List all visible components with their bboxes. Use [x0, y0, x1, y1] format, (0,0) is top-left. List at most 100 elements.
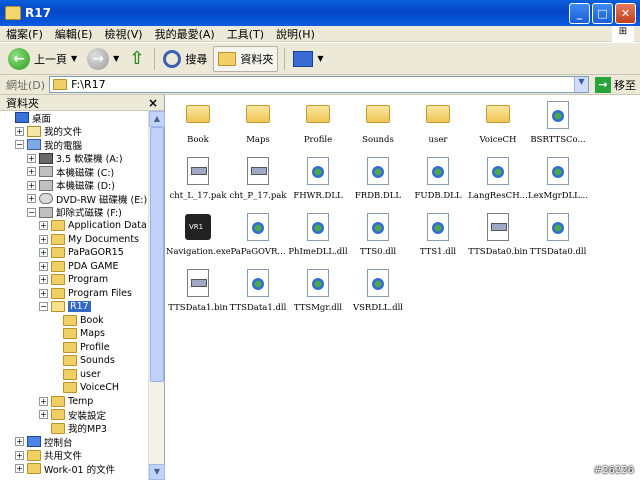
tree-item[interactable]: + Application Data: [0, 219, 148, 233]
menu-edit[interactable]: 編輯(E): [49, 26, 99, 42]
expand-icon[interactable]: +: [39, 261, 48, 271]
file-item[interactable]: TTSData0.bin: [466, 211, 530, 257]
file-item[interactable]: VSRDLL.dll: [346, 267, 410, 313]
tree-item[interactable]: + Program Files: [0, 287, 148, 301]
tree-item[interactable]: + Program: [0, 273, 148, 287]
up-button[interactable]: ⇧: [125, 46, 148, 72]
tree-item[interactable]: − 卸除式磁碟 (F:): [0, 206, 148, 219]
expand-icon[interactable]: +: [39, 234, 48, 244]
tree-item[interactable]: +3.5 軟碟機 (A:): [0, 152, 148, 165]
file-item[interactable]: Maps: [226, 99, 290, 145]
tree-scrollbar[interactable]: ▲ ▼: [148, 111, 165, 480]
close-button[interactable]: ✕: [615, 2, 636, 24]
file-item[interactable]: TTSData1.dll: [226, 267, 290, 313]
tree-item[interactable]: + PDA GAME: [0, 260, 148, 274]
expand-icon[interactable]: +: [15, 126, 24, 136]
scroll-up-icon[interactable]: ▲: [149, 111, 165, 127]
dll-shape: [307, 269, 329, 297]
file-item[interactable]: VoiceCH: [466, 99, 530, 145]
menu-favorites[interactable]: 我的最愛(A): [149, 26, 221, 42]
file-item[interactable]: Book: [166, 99, 230, 145]
tree-item[interactable]: Maps: [0, 327, 148, 341]
tree-item[interactable]: + 我的文件: [0, 125, 148, 138]
tree-item[interactable]: + DVD-RW 磁碟機 (E:): [0, 192, 148, 206]
file-item[interactable]: Profile: [286, 99, 350, 145]
expand-icon[interactable]: +: [15, 450, 24, 460]
expand-icon[interactable]: +: [27, 153, 36, 163]
expand-icon[interactable]: +: [15, 464, 24, 474]
file-item[interactable]: BSRTTSCo...: [526, 99, 590, 145]
expand-icon[interactable]: +: [39, 275, 48, 285]
tree-item[interactable]: + 本機磁碟 (C:): [0, 165, 148, 179]
collapse-icon[interactable]: −: [27, 207, 36, 217]
expand-icon[interactable]: +: [15, 437, 24, 447]
forward-button[interactable]: → ▼: [83, 46, 123, 72]
file-item[interactable]: TTS0.dll: [346, 211, 410, 257]
search-button[interactable]: 搜尋: [159, 46, 211, 72]
back-button[interactable]: ← 上一頁 ▼: [4, 46, 81, 72]
collapse-icon[interactable]: −: [15, 140, 24, 150]
file-item[interactable]: TTSMgr.dll: [286, 267, 350, 313]
file-item[interactable]: FUDB.DLL: [406, 155, 470, 201]
tree-item[interactable]: 桌面: [0, 111, 148, 125]
tree-item[interactable]: + My Documents: [0, 233, 148, 247]
tree-item[interactable]: + Work-01 的文件: [0, 462, 148, 476]
file-item[interactable]: LangResCH...: [466, 155, 530, 201]
file-item[interactable]: Sounds: [346, 99, 410, 145]
tree-item[interactable]: + PaPaGOR15: [0, 246, 148, 260]
expand-icon[interactable]: +: [27, 180, 36, 190]
tree-item[interactable]: VoiceCH: [0, 381, 148, 395]
file-item[interactable]: cht_L_17.pak: [166, 155, 230, 201]
tree-item[interactable]: − R17: [0, 300, 148, 314]
tree-item[interactable]: + 共用文件: [0, 449, 148, 462]
chevron-down-icon[interactable]: ▼: [71, 54, 77, 63]
menu-view[interactable]: 檢視(V): [98, 26, 148, 42]
title-bar[interactable]: R17 _ □ ✕: [0, 0, 640, 26]
expand-icon[interactable]: +: [39, 288, 48, 298]
expand-icon[interactable]: +: [39, 410, 48, 420]
expand-icon[interactable]: +: [39, 221, 48, 231]
file-item[interactable]: PaPaGOVR...: [226, 211, 290, 257]
collapse-icon[interactable]: −: [39, 302, 48, 312]
chevron-down-icon[interactable]: ▼: [317, 54, 323, 63]
tree-item[interactable]: + 本機磁碟 (D:): [0, 179, 148, 192]
scroll-thumb[interactable]: [150, 127, 164, 382]
folders-button[interactable]: 資料夾: [213, 45, 279, 72]
address-input[interactable]: F:\R17 ▼: [49, 76, 589, 93]
go-button[interactable]: → 移至: [589, 76, 640, 93]
menu-file[interactable]: 檔案(F): [0, 26, 49, 42]
file-item[interactable]: PhImeDLL.dll: [286, 211, 350, 257]
menu-tools[interactable]: 工具(T): [221, 26, 270, 42]
tree-item[interactable]: + Temp: [0, 395, 148, 409]
expand-icon[interactable]: +: [39, 396, 48, 406]
file-item[interactable]: cht_P_17.pak: [226, 155, 290, 201]
tree-item[interactable]: + 控制台: [0, 435, 148, 449]
folder-icon: [302, 99, 334, 131]
file-item[interactable]: VR1 Navigation.exe: [166, 211, 230, 257]
scroll-down-icon[interactable]: ▼: [149, 464, 165, 480]
file-item[interactable]: FHWR.DLL: [286, 155, 350, 201]
expand-icon[interactable]: +: [27, 167, 36, 177]
expand-icon[interactable]: +: [39, 248, 48, 258]
file-item[interactable]: FRDB.DLL: [346, 155, 410, 201]
tree-item[interactable]: Sounds: [0, 354, 148, 368]
file-item[interactable]: TTSData0.dll: [526, 211, 590, 257]
tree-item[interactable]: + 安裝設定: [0, 408, 148, 422]
close-pane-button[interactable]: ×: [148, 96, 158, 110]
file-item[interactable]: LexMgrDLL...: [526, 155, 590, 201]
minimize-button[interactable]: _: [569, 2, 590, 24]
menu-help[interactable]: 說明(H): [270, 26, 321, 42]
file-item[interactable]: user: [406, 99, 470, 145]
file-item[interactable]: TTS1.dll: [406, 211, 470, 257]
chevron-down-icon[interactable]: ▼: [574, 77, 588, 92]
tree-item[interactable]: user: [0, 368, 148, 382]
chevron-down-icon[interactable]: ▼: [113, 54, 119, 63]
tree-item[interactable]: 我的MP3: [0, 422, 148, 435]
maximize-button[interactable]: □: [592, 2, 613, 24]
file-item[interactable]: TTSData1.bin: [166, 267, 230, 313]
tree-item[interactable]: − 我的電腦: [0, 138, 148, 152]
tree-item[interactable]: Profile: [0, 341, 148, 355]
expand-icon[interactable]: +: [27, 194, 36, 204]
views-button[interactable]: ▼: [289, 46, 327, 72]
tree-item[interactable]: Book: [0, 314, 148, 328]
